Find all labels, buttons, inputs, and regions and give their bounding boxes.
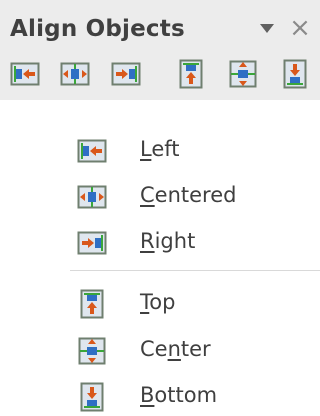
align-centered-icon (60, 62, 90, 86)
align-bottom-icon (77, 382, 107, 412)
align-left-icon (77, 136, 107, 166)
align-center-icon (77, 336, 107, 366)
align-bottom-button[interactable] (280, 59, 310, 89)
close-icon[interactable]: × (286, 14, 314, 42)
toolbar-button-row (0, 59, 320, 91)
align-centered-button[interactable] (60, 59, 90, 89)
menu-item-bottom[interactable]: Bottom (70, 376, 320, 416)
align-menu: Left Centered Right Top Center Bottom (70, 120, 320, 412)
align-centered-icon (77, 182, 107, 212)
align-top-icon (77, 289, 107, 319)
align-center-button[interactable] (228, 59, 258, 89)
menu-item-label: Center (140, 337, 211, 361)
toolbar-title: Align Objects (10, 16, 185, 42)
menu-item-label: Left (140, 137, 180, 161)
menu-item-right[interactable]: Right (70, 222, 320, 262)
menu-item-center[interactable]: Center (70, 330, 320, 370)
menu-item-centered[interactable]: Centered (70, 176, 320, 216)
align-top-icon (179, 59, 203, 89)
align-top-button[interactable] (176, 59, 206, 89)
menu-item-left[interactable]: Left (70, 130, 320, 170)
align-left-button[interactable] (10, 59, 40, 89)
align-right-icon (111, 62, 141, 86)
align-objects-toolbar: Align Objects × (0, 0, 320, 100)
align-right-icon (77, 228, 107, 258)
dropdown-triangle-icon[interactable] (260, 24, 274, 33)
menu-separator (70, 270, 320, 271)
align-center-icon (229, 60, 257, 88)
menu-item-label: Bottom (140, 383, 218, 407)
align-bottom-icon (283, 59, 307, 89)
menu-item-label: Top (140, 290, 176, 314)
align-right-button[interactable] (111, 59, 141, 89)
menu-item-label: Right (140, 229, 196, 253)
align-left-icon (10, 62, 40, 86)
menu-item-top[interactable]: Top (70, 283, 320, 323)
menu-item-label: Centered (140, 183, 237, 207)
